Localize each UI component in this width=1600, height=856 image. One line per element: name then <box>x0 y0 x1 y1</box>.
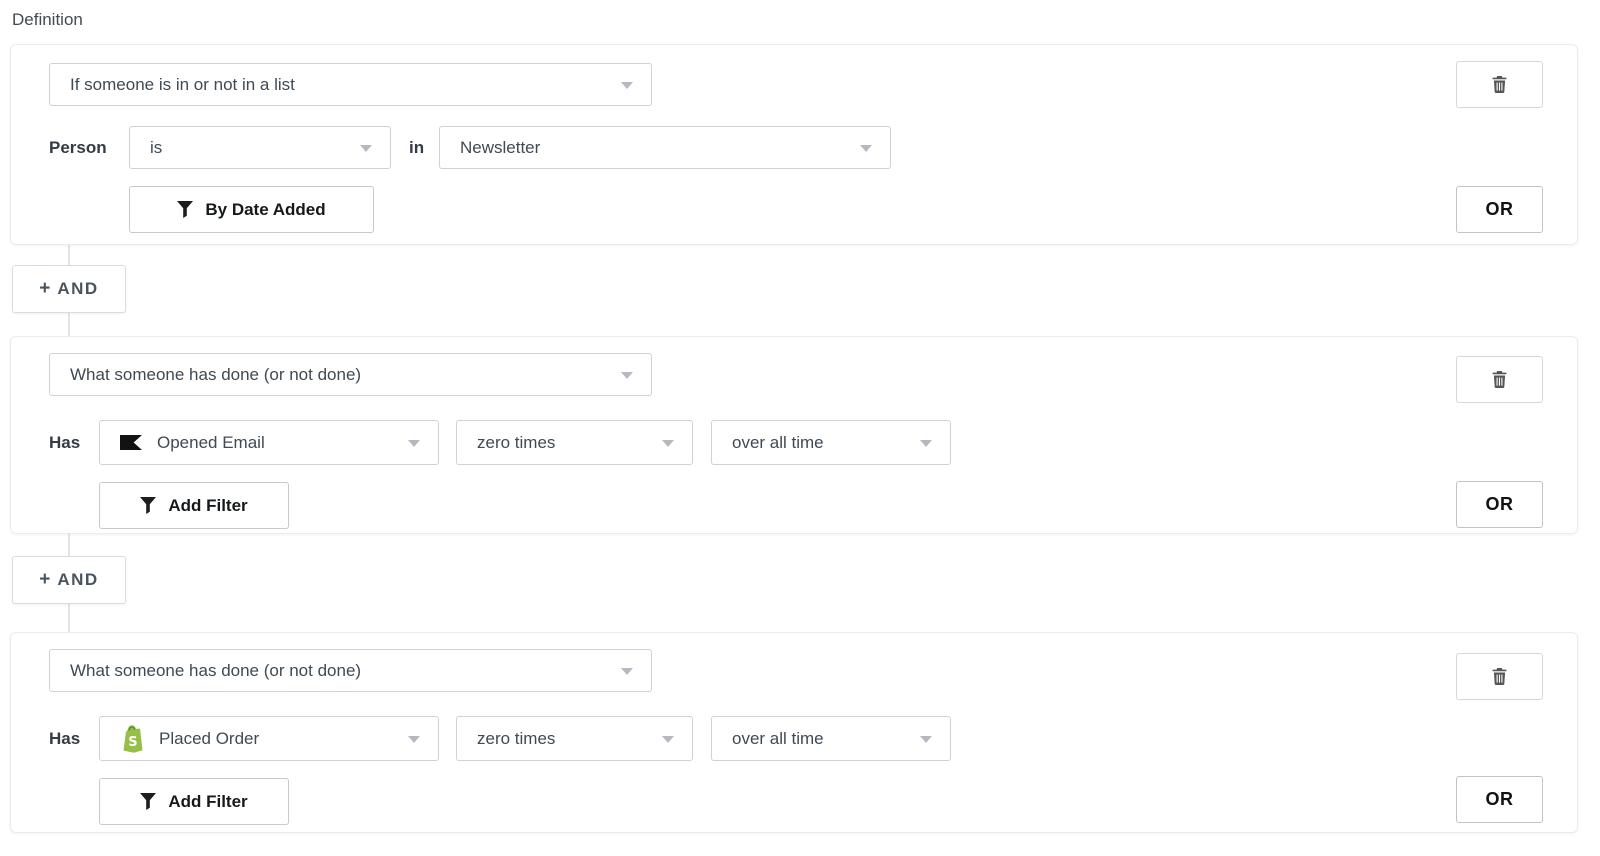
count-dropdown[interactable]: zero times <box>456 420 693 465</box>
chevron-down-icon <box>360 145 372 152</box>
plus-icon: + <box>39 569 50 591</box>
operator-value: is <box>150 138 162 158</box>
timeframe-value: over all time <box>732 729 824 749</box>
or-button[interactable]: OR <box>1456 186 1543 233</box>
trash-icon <box>1492 76 1507 93</box>
condition-type-dropdown[interactable]: What someone has done (or not done) <box>49 353 652 396</box>
chevron-down-icon <box>920 440 932 447</box>
timeframe-dropdown[interactable]: over all time <box>711 716 951 761</box>
add-filter-label: Add Filter <box>168 496 247 516</box>
trash-icon <box>1492 668 1507 685</box>
count-dropdown[interactable]: zero times <box>456 716 693 761</box>
chevron-down-icon <box>621 82 633 89</box>
chevron-down-icon <box>408 440 420 447</box>
filter-icon <box>140 497 156 514</box>
delete-condition-button[interactable] <box>1456 653 1543 700</box>
or-label: OR <box>1486 789 1514 810</box>
count-value: zero times <box>477 433 555 453</box>
chevron-down-icon <box>408 736 420 743</box>
or-button[interactable]: OR <box>1456 481 1543 528</box>
delete-condition-button[interactable] <box>1456 356 1543 403</box>
subject-label: Person <box>49 126 107 169</box>
action-dropdown[interactable]: Placed Order <box>99 716 439 761</box>
condition-type-dropdown[interactable]: If someone is in or not in a list <box>49 63 652 106</box>
trash-icon <box>1492 371 1507 388</box>
klaviyo-flag-icon <box>120 435 142 450</box>
add-filter-button[interactable]: Add Filter <box>99 778 289 825</box>
condition-card-placed-order: What someone has done (or not done) Has … <box>10 632 1578 833</box>
condition-card-list-membership: If someone is in or not in a list Person… <box>10 44 1578 245</box>
chevron-down-icon <box>621 372 633 379</box>
condition-type-value: What someone has done (or not done) <box>70 661 361 681</box>
action-value: Placed Order <box>159 729 259 749</box>
condition-type-value: If someone is in or not in a list <box>70 75 295 95</box>
condition-type-value: What someone has done (or not done) <box>70 365 361 385</box>
operator-dropdown[interactable]: is <box>129 126 391 169</box>
condition-type-dropdown[interactable]: What someone has done (or not done) <box>49 649 652 692</box>
count-value: zero times <box>477 729 555 749</box>
subject-label: Has <box>49 716 80 761</box>
chevron-down-icon <box>860 145 872 152</box>
chevron-down-icon <box>621 668 633 675</box>
by-date-added-button[interactable]: By Date Added <box>129 186 374 233</box>
action-dropdown[interactable]: Opened Email <box>99 420 439 465</box>
filter-icon <box>140 793 156 810</box>
list-dropdown[interactable]: Newsletter <box>439 126 891 169</box>
preposition-label: in <box>409 126 424 169</box>
filter-icon <box>177 201 193 218</box>
add-filter-label: Add Filter <box>168 792 247 812</box>
add-and-condition-button[interactable]: + AND <box>12 265 126 313</box>
page-title: Definition <box>12 10 83 30</box>
delete-condition-button[interactable] <box>1456 61 1543 108</box>
chevron-down-icon <box>662 440 674 447</box>
timeframe-value: over all time <box>732 433 824 453</box>
by-date-added-label: By Date Added <box>205 200 325 220</box>
timeframe-dropdown[interactable]: over all time <box>711 420 951 465</box>
list-value: Newsletter <box>460 138 540 158</box>
subject-label: Has <box>49 420 80 465</box>
condition-card-opened-email: What someone has done (or not done) Has … <box>10 336 1578 534</box>
shopify-bag-icon <box>120 724 146 754</box>
add-filter-button[interactable]: Add Filter <box>99 482 289 529</box>
add-and-condition-button[interactable]: + AND <box>12 556 126 604</box>
or-label: OR <box>1486 494 1514 515</box>
or-label: OR <box>1486 199 1514 220</box>
plus-icon: + <box>39 278 50 300</box>
and-label: AND <box>57 279 98 299</box>
chevron-down-icon <box>920 736 932 743</box>
and-label: AND <box>57 570 98 590</box>
or-button[interactable]: OR <box>1456 776 1543 823</box>
action-value: Opened Email <box>157 433 265 453</box>
chevron-down-icon <box>662 736 674 743</box>
